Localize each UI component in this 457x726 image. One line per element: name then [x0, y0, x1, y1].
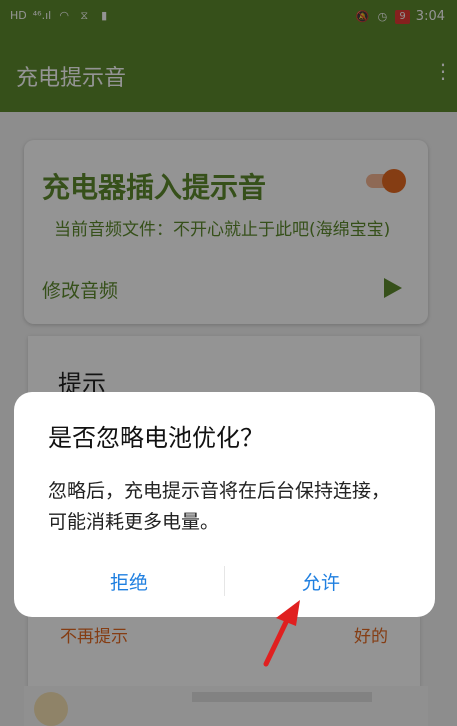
annotation-arrow-icon — [263, 600, 300, 667]
deny-button[interactable]: 拒绝 — [34, 568, 224, 595]
dialog-message: 忽略后，充电提示音将在后台保持连接，可能消耗更多电量。 — [48, 480, 391, 533]
battery-optimization-dialog: 是否忽略电池优化？ 忽略后，充电提示音将在后台保持连接，可能消耗更多电量。 拒绝… — [14, 392, 435, 617]
modal-scrim — [0, 0, 457, 726]
button-divider — [224, 566, 225, 596]
allow-button[interactable]: 允许 — [226, 568, 416, 595]
dialog-title: 是否忽略电池优化？ — [48, 424, 264, 452]
